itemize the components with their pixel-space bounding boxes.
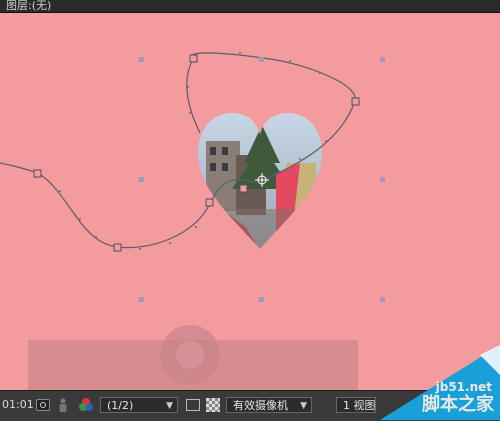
- site-watermark: jb51.net 脚本之家: [360, 345, 500, 420]
- camera-select[interactable]: 有效摄像机 ▼: [226, 397, 312, 413]
- resolution-value: (1/2): [107, 399, 134, 412]
- chevron-down-icon: ▼: [300, 401, 307, 411]
- chevron-down-icon: ▼: [166, 401, 173, 411]
- region-of-interest-icon[interactable]: [186, 399, 200, 411]
- camera-value: 有效摄像机: [233, 399, 288, 412]
- layer-title: 图层:(无): [6, 0, 52, 12]
- resolution-select[interactable]: (1/2) ▼: [100, 397, 178, 413]
- timecode-display[interactable]: 01:01: [2, 397, 34, 413]
- watermark-site-name: 脚本之家: [422, 394, 494, 415]
- layer-header: 图层:(无): [0, 0, 500, 13]
- ripple-center: [176, 341, 204, 369]
- camera-icon[interactable]: [36, 399, 50, 411]
- person-icon[interactable]: [58, 398, 68, 412]
- composition-canvas[interactable]: [0, 13, 500, 390]
- transparency-grid-icon[interactable]: [206, 398, 220, 412]
- color-channels-icon[interactable]: [78, 397, 94, 413]
- canvas-svg: [0, 52, 385, 390]
